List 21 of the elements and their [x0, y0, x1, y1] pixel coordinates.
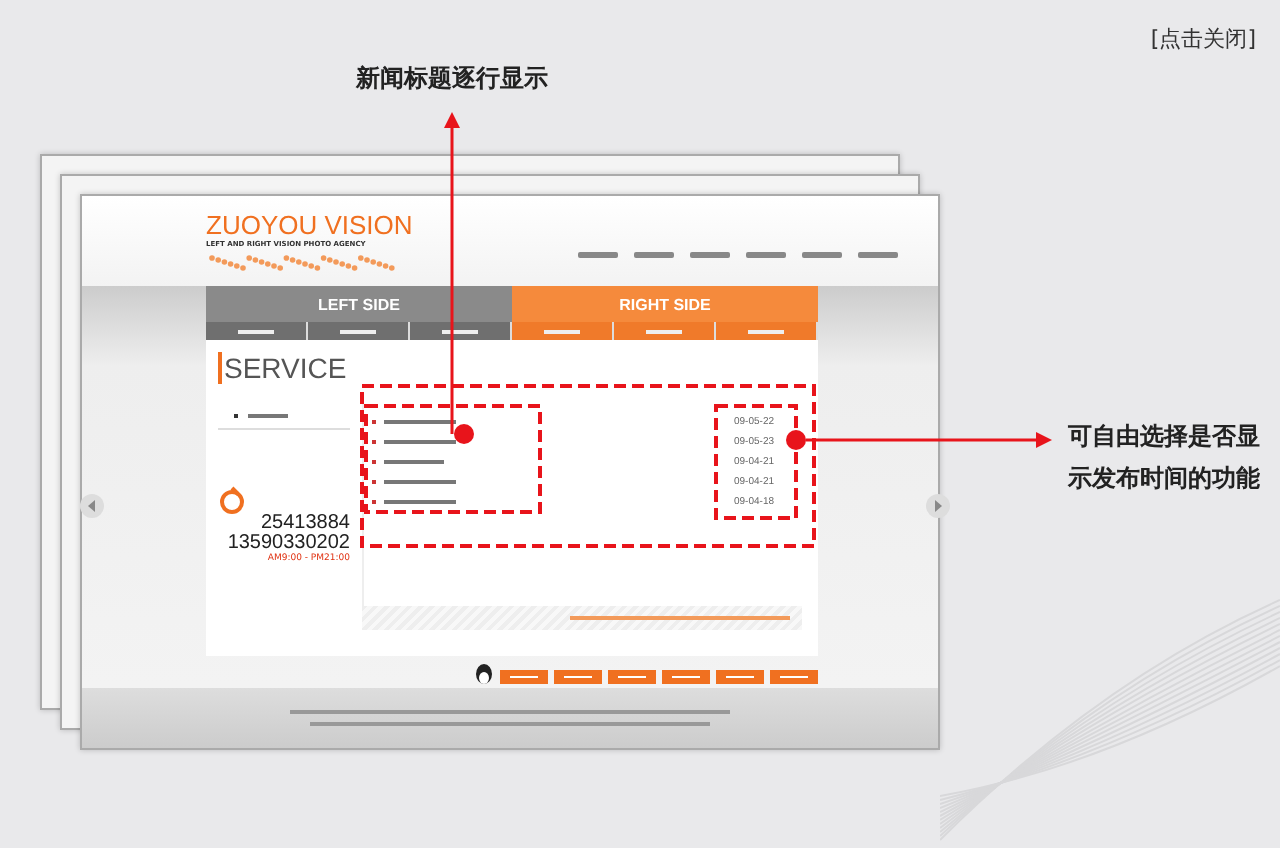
chat-button[interactable] [716, 670, 764, 684]
banner-label: LEFT SIDE [318, 295, 400, 313]
sub-tab[interactable] [308, 322, 410, 340]
sub-tab[interactable] [512, 322, 614, 340]
sub-tab[interactable] [410, 322, 512, 340]
sub-tab[interactable] [716, 322, 818, 340]
chat-button[interactable] [770, 670, 818, 684]
close-link[interactable]: [点击关闭] [1150, 24, 1256, 54]
sub-tab[interactable] [614, 322, 716, 340]
logo-title: ZUOYOU VISION [206, 212, 413, 238]
annotation-text: 可自由选择是否显示发布时间的功能 [1068, 420, 1260, 496]
section-title: SERVICE [218, 352, 350, 384]
mobile-number: 13590330202 [227, 534, 350, 554]
chat-button[interactable] [662, 670, 710, 684]
banner-label: RIGHT SIDE [619, 295, 711, 313]
chat-button[interactable] [554, 670, 602, 684]
chat-button[interactable] [608, 670, 656, 684]
phone-number: 25413884 [261, 514, 350, 534]
sub-tab[interactable] [206, 322, 308, 340]
annotation-text: 新闻标题逐行显示 [356, 62, 548, 96]
chat-button[interactable] [500, 670, 548, 684]
